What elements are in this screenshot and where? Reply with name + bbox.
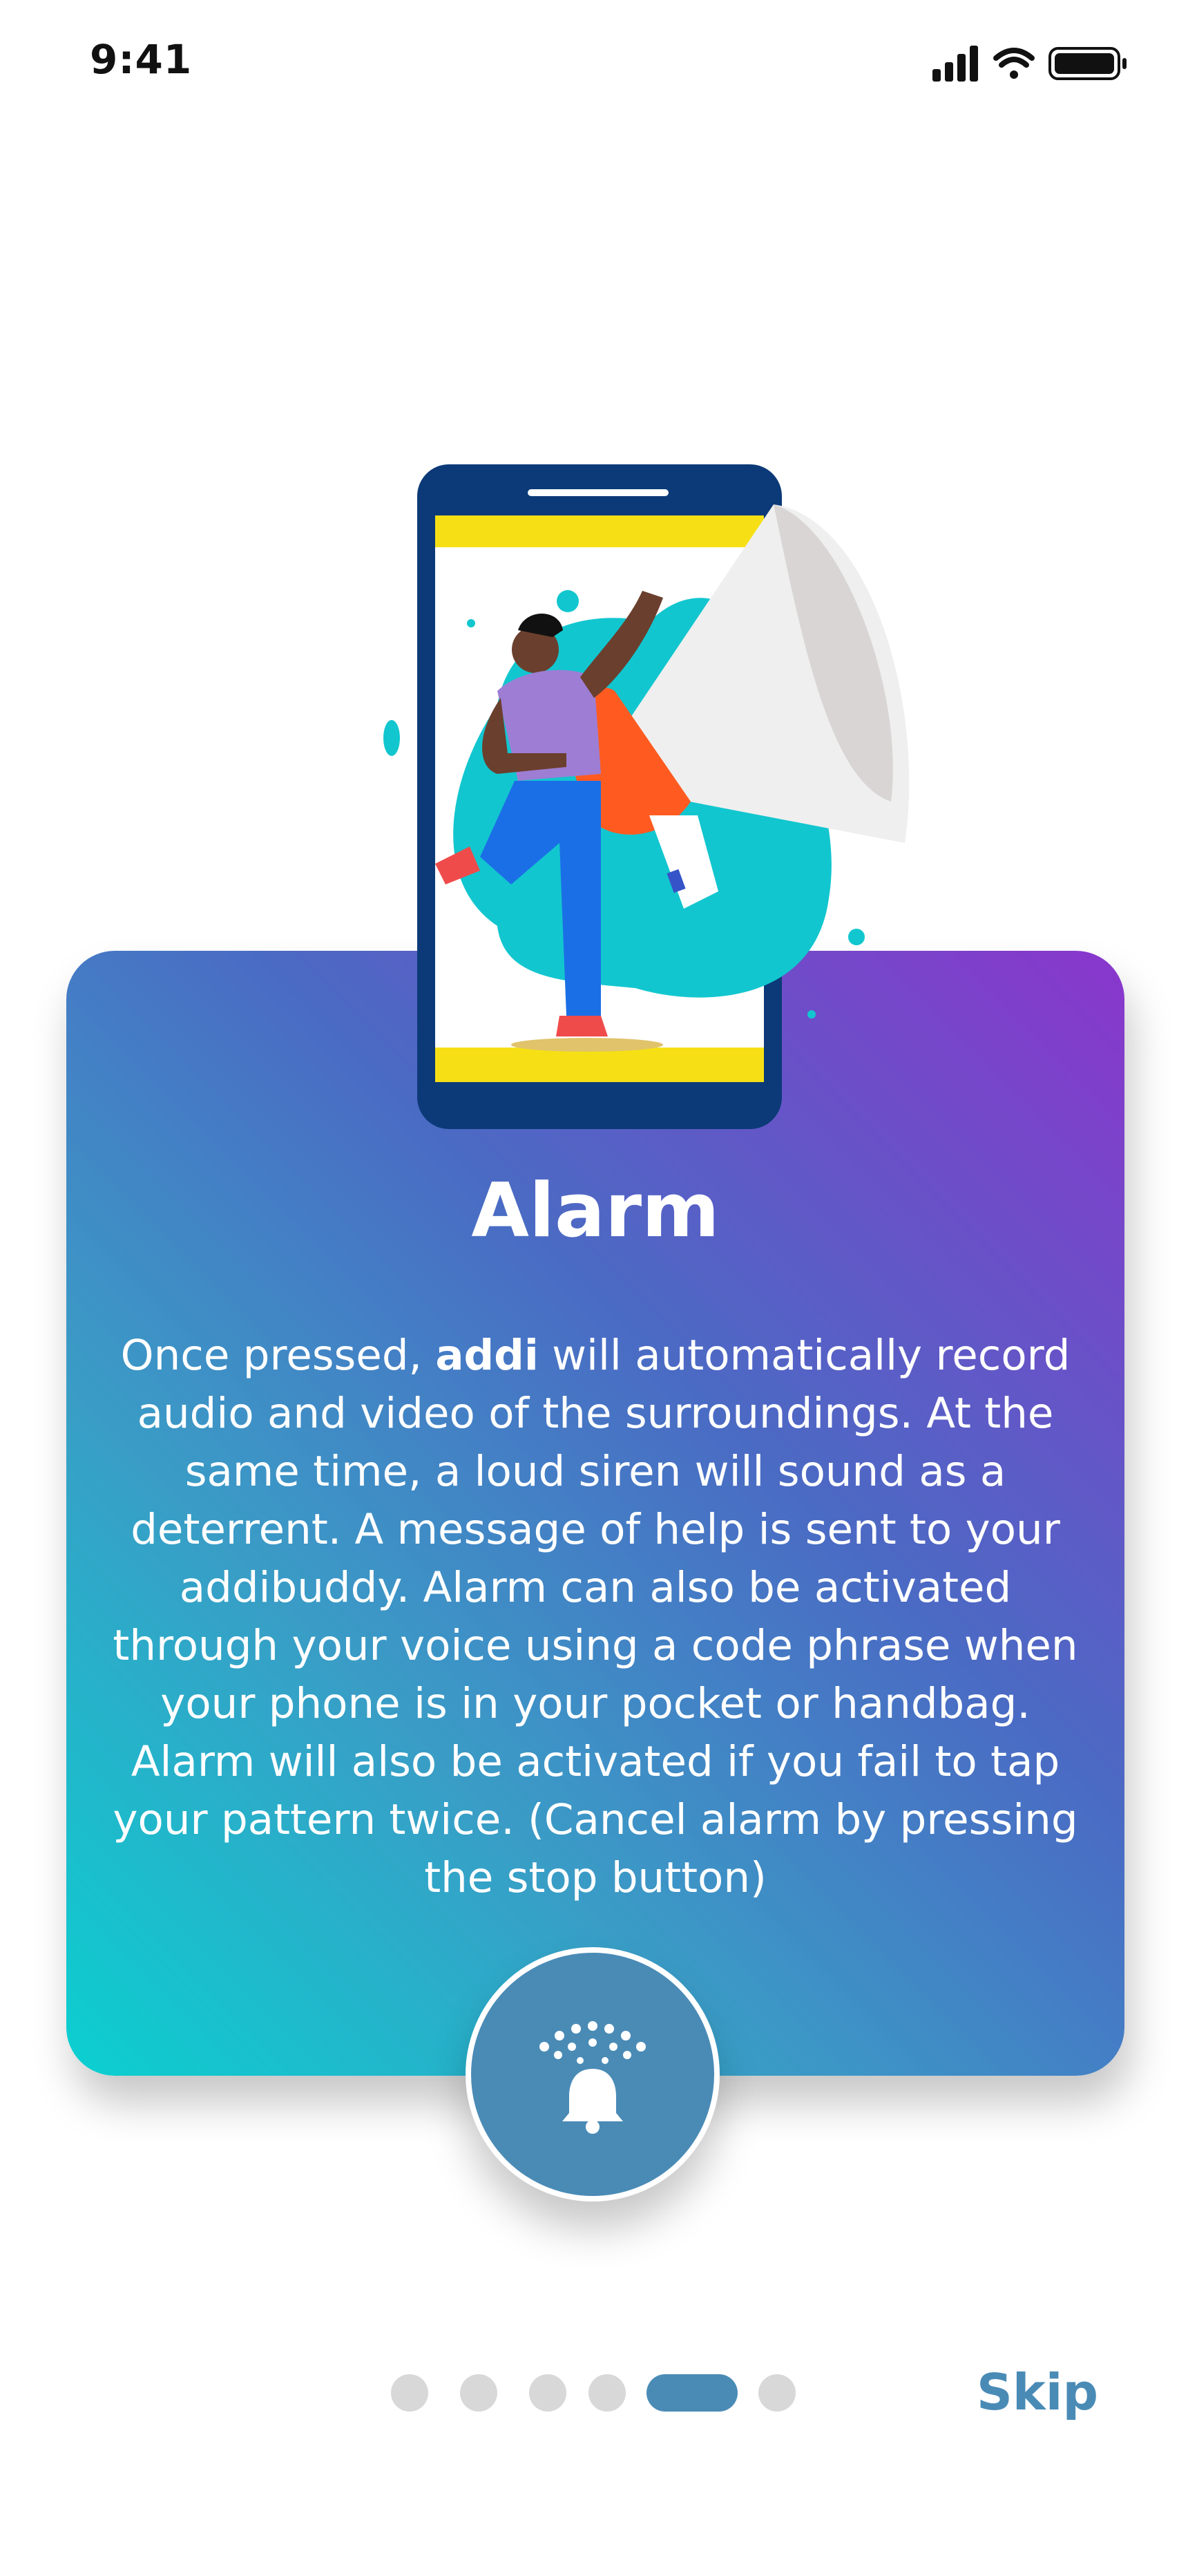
signal-icon	[932, 46, 978, 82]
alarm-button[interactable]	[466, 1947, 720, 2201]
page-indicator	[391, 2374, 805, 2412]
page-dot-3[interactable]	[529, 2374, 566, 2412]
status-bar: 9:41	[0, 0, 1188, 124]
megaphone-illustration	[383, 464, 910, 1129]
card-title: Alarm	[471, 1168, 720, 1254]
skip-button[interactable]: Skip	[977, 2363, 1098, 2421]
wifi-icon	[993, 48, 1035, 79]
description-prefix: Once pressed,	[120, 1331, 436, 1380]
status-icons	[932, 46, 1127, 82]
battery-icon	[1048, 47, 1127, 80]
description-suffix: will automatically record audio and vide…	[113, 1331, 1078, 1902]
page-dot-1[interactable]	[391, 2374, 428, 2412]
page-dot-2[interactable]	[460, 2374, 497, 2412]
brand-word: addi	[435, 1331, 539, 1380]
status-time: 9:41	[90, 36, 193, 83]
bell-alarm-icon	[539, 2021, 646, 2134]
page-dot-5-active[interactable]	[646, 2374, 738, 2412]
page-dot-6[interactable]	[758, 2374, 796, 2412]
page-dot-4[interactable]	[588, 2374, 626, 2412]
card-description: Once pressed, addi will automatically re…	[104, 1327, 1087, 1907]
